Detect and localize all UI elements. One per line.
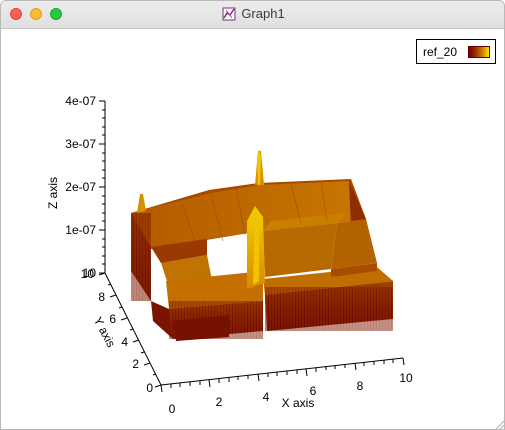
z-axis-label: Z axis: [46, 177, 60, 209]
x-tick-label: 0: [169, 402, 176, 416]
window-title-container: Graph1: [1, 6, 504, 24]
x-axis: 0 2 4 6 8 10 X axis: [160, 357, 413, 416]
legend[interactable]: ref_20: [416, 39, 496, 64]
x-tick-label: 10: [399, 371, 413, 385]
y-tick-label: 4: [121, 335, 128, 349]
title-bar[interactable]: Graph1: [1, 1, 504, 29]
plot-area[interactable]: 4e-07 3e-07 2e-07 1e-07 10 Z axis 10 8 6…: [1, 28, 505, 430]
z-tick-label: 2e-07: [65, 180, 96, 194]
resize-grip-icon[interactable]: [495, 420, 504, 429]
x-tick-label: 8: [357, 379, 364, 393]
z-tick-label: 4e-07: [65, 94, 96, 108]
y-tick-label: 8: [98, 290, 105, 304]
y-tick-label: 6: [109, 312, 116, 326]
legend-label: ref_20: [423, 45, 458, 59]
window-title: Graph1: [241, 6, 285, 21]
surface-mesh: [131, 149, 393, 341]
graph-window: Graph1 4e-07 3e-07 2e-07 1e-07 10 Z axis…: [0, 0, 505, 430]
z-tick-label: 3e-07: [65, 137, 96, 151]
y-tick-label: 2: [132, 357, 139, 371]
surface-plot[interactable]: 4e-07 3e-07 2e-07 1e-07 10 Z axis 10 8 6…: [1, 28, 505, 430]
y-tick-label: 10: [81, 267, 95, 281]
y-tick-label: 0: [146, 381, 153, 395]
x-axis-label: X axis: [282, 396, 315, 410]
z-axis: 4e-07 3e-07 2e-07 1e-07 10 Z axis: [46, 94, 106, 280]
z-tick-label: 1e-07: [65, 223, 96, 237]
x-tick-label: 4: [263, 390, 270, 404]
legend-color-ramp: [468, 46, 490, 58]
graph-window-icon: [222, 6, 237, 24]
x-tick-label: 2: [216, 395, 223, 409]
